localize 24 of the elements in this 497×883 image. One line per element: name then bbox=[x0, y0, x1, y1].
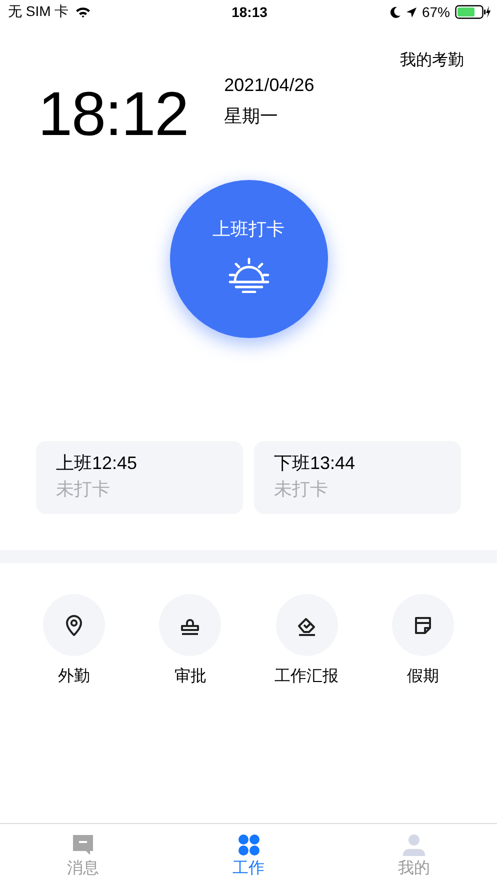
grid-icon bbox=[238, 834, 260, 856]
action-label: 假期 bbox=[406, 667, 439, 687]
attendance-link[interactable]: 我的考勤 bbox=[400, 50, 464, 71]
wifi-icon bbox=[74, 6, 91, 18]
person-icon bbox=[403, 834, 426, 856]
location-arrow-icon bbox=[406, 6, 417, 18]
weekday-text: 星期一 bbox=[224, 105, 280, 128]
status-time: 18:13 bbox=[232, 4, 268, 20]
shift-status: 未打卡 bbox=[274, 478, 329, 501]
battery-charging-icon bbox=[455, 5, 491, 19]
shift-time: 上班12:45 bbox=[56, 452, 138, 475]
action-label: 审批 bbox=[174, 666, 206, 687]
date-text: 2021/04/26 bbox=[224, 75, 314, 96]
message-icon bbox=[72, 834, 94, 856]
moon-icon bbox=[390, 6, 401, 18]
clock-time: 18:12 bbox=[38, 80, 188, 150]
action-label: 工作汇报 bbox=[274, 667, 339, 687]
shift-status: 未打卡 bbox=[56, 478, 111, 501]
punch-in-button[interactable]: 上班打卡 bbox=[170, 180, 328, 338]
action-label: 外勤 bbox=[58, 666, 90, 687]
carrier-label: 无 SIM 卡 bbox=[8, 3, 69, 21]
shift-time: 下班13:44 bbox=[274, 452, 356, 475]
battery-percent: 67% bbox=[422, 4, 450, 20]
sunrise-icon bbox=[226, 257, 270, 293]
